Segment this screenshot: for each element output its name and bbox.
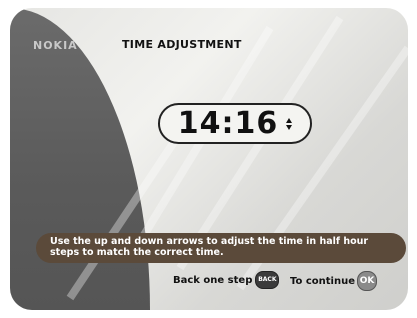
time-stepper[interactable]: 14:16: [158, 103, 312, 144]
stepper-arrows[interactable]: [286, 117, 293, 130]
instruction-bar: Use the up and down arrows to adjust the…: [36, 233, 406, 263]
continue-label: To continue: [290, 275, 355, 287]
back-hint[interactable]: Back one step BACK: [173, 271, 280, 289]
ok-key-icon[interactable]: OK: [357, 271, 377, 291]
page-title: TIME ADJUSTMENT: [122, 38, 242, 51]
back-key-icon[interactable]: BACK: [255, 271, 280, 289]
arrow-down-icon[interactable]: [286, 124, 293, 130]
continue-hint[interactable]: To continue OK: [290, 271, 377, 291]
brand-logo: NOKIA: [33, 39, 78, 52]
tv-screen: NOKIA TIME ADJUSTMENT 14:16 Use the up a…: [10, 8, 408, 310]
background-watermark: [66, 15, 408, 301]
back-label: Back one step: [173, 274, 253, 286]
time-value: 14:16: [177, 106, 279, 141]
arrow-up-icon[interactable]: [286, 117, 293, 123]
instruction-text: Use the up and down arrows to adjust the…: [50, 236, 369, 258]
